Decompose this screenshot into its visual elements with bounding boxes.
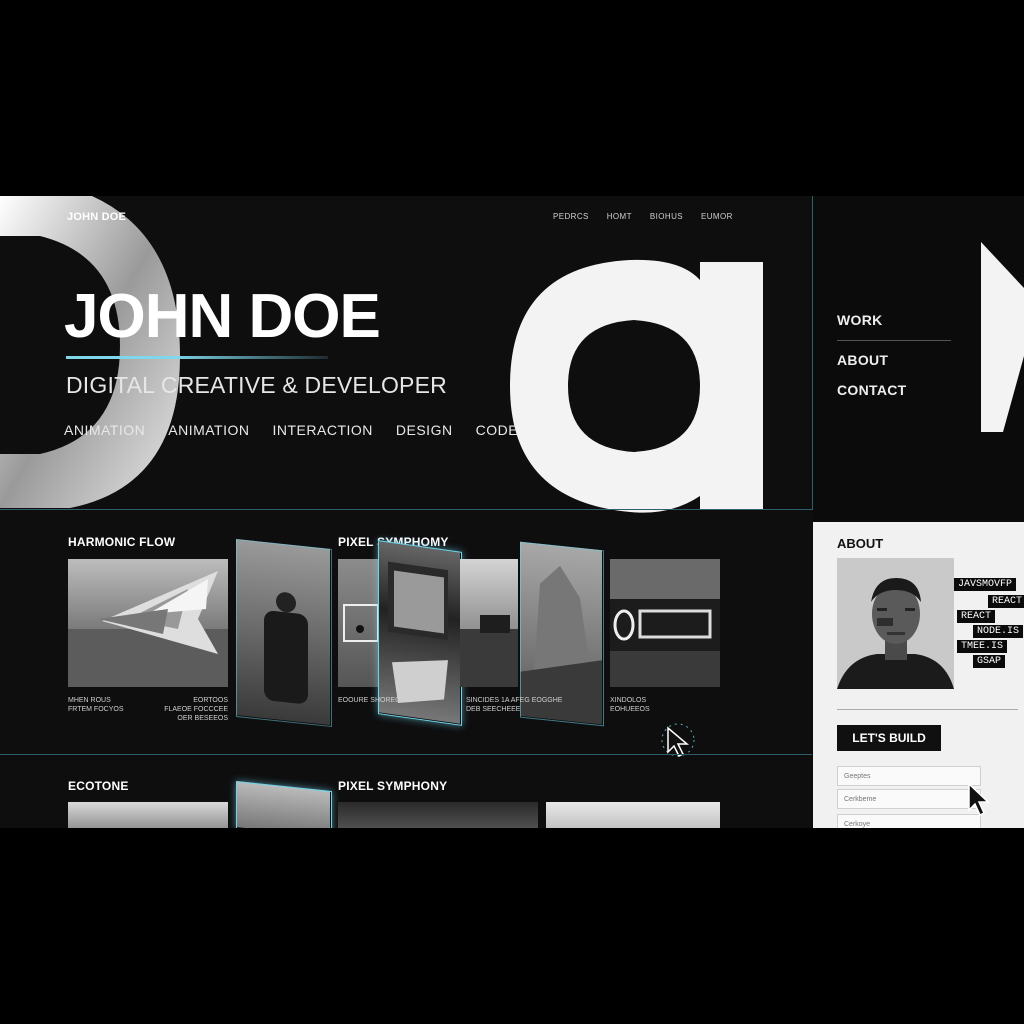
main-area: JOHN DOE PEDRCS HOMT BIOHUS EUMOR JOHN D…	[0, 196, 812, 828]
tag-design[interactable]: DESIGN	[396, 422, 453, 438]
hero-subtitle: DIGITAL CREATIVE & DEVELOPER	[66, 372, 447, 398]
skill-chip-6: GSAP	[973, 655, 1006, 668]
thumb-graffiti-art	[610, 559, 720, 687]
project-thumb-graffiti[interactable]	[610, 559, 720, 687]
glass-frame-4	[236, 780, 332, 828]
skill-chip-1: JAVSMOVFP	[954, 578, 1017, 591]
cursor-arrow-icon	[968, 782, 990, 817]
project-title-pixel-symphony[interactable]: PIXEL SYMPHONY	[338, 779, 447, 793]
tag-animation-1[interactable]: ANIMATION	[64, 422, 145, 438]
top-nav-item-3[interactable]: BIOHUS	[650, 212, 683, 221]
skill-chip-5: TMEE.IS	[957, 640, 1008, 653]
project-thumb-street[interactable]	[460, 559, 518, 687]
hero-underline	[66, 356, 328, 359]
tag-animation-2[interactable]: ANIMATION	[168, 422, 249, 438]
thumb-street-art	[460, 615, 518, 687]
lets-build-button[interactable]: LET'S BUILD	[837, 725, 941, 751]
project-thumb-ecotone[interactable]	[68, 802, 228, 828]
top-nav: PEDRCS HOMT BIOHUS EUMOR	[553, 212, 733, 221]
left-ring-shape	[0, 196, 180, 508]
side-nav-about[interactable]: ABOUT	[837, 352, 907, 368]
skill-chip-3: REACT	[957, 610, 996, 623]
glass-frame-1	[236, 538, 332, 728]
project-title-ecotone[interactable]: ECOTONE	[68, 779, 129, 793]
contact-field-1[interactable]: Geeptes	[837, 766, 981, 786]
top-nav-item-1[interactable]: PEDRCS	[553, 212, 589, 221]
project-thumb-row2-city[interactable]	[338, 802, 538, 828]
about-divider	[837, 709, 1018, 710]
contact-field-2[interactable]: Cerkbeme	[837, 789, 981, 809]
caption-5: XINDOLOS EOHUEEOS	[610, 697, 650, 713]
portfolio-screen: JOHN DOE PEDRCS HOMT BIOHUS EUMOR JOHN D…	[0, 196, 1024, 828]
top-nav-item-2[interactable]: HOMT	[607, 212, 632, 221]
tag-code[interactable]: CODE	[476, 422, 518, 438]
project-thumb-row2-sky[interactable]	[546, 802, 720, 828]
side-nav: WORK ABOUT CONTACT	[837, 312, 907, 398]
section-divider-1	[0, 509, 812, 510]
skill-chip-4: NODE.IS	[973, 625, 1024, 638]
section-divider-2	[0, 754, 812, 755]
side-nav-contact[interactable]: CONTACT	[837, 382, 907, 398]
side-nav-work[interactable]: WORK	[837, 312, 907, 328]
portrait-photo	[837, 558, 954, 689]
caption-3: EOOURE SHOREOT	[338, 697, 405, 704]
skill-chip-2: REACT	[988, 595, 1024, 608]
side-nav-separator	[837, 340, 951, 341]
thumb-art	[68, 571, 228, 687]
top-nav-item-4[interactable]: EUMOR	[701, 212, 733, 221]
caption-2: EORTOOS FLAEOE FOCCCEE OER BESEEOS	[164, 697, 228, 722]
portrait-art	[837, 558, 954, 689]
about-panel: ABOUT JAVSMOVFP REACT REACT NODE.IS TMEE…	[813, 522, 1024, 828]
brand-logo[interactable]: JOHN DOE	[67, 211, 126, 223]
caption-4: SINCIDES 1A AFEG EOGGHE DEB SEECHEEE	[466, 697, 563, 713]
tag-interaction[interactable]: INTERACTION	[273, 422, 373, 438]
big-letter-a-shape	[510, 259, 763, 513]
hero-tags: ANIMATION ANIMATION INTERACTION DESIGN C…	[64, 422, 518, 438]
contact-field-3[interactable]: Cerkoye	[837, 814, 981, 828]
project-thumb-harmonic-flow[interactable]	[68, 559, 228, 687]
side-nav-panel: WORK ABOUT CONTACT	[813, 196, 1024, 522]
project-title-harmonic-flow[interactable]: HARMONIC FLOW	[68, 535, 175, 549]
about-heading: ABOUT	[837, 536, 884, 551]
caption-1: MHEN ROUS FRTEM FOCYOS	[68, 697, 124, 713]
hero-title: JOHN DOE	[64, 282, 381, 351]
